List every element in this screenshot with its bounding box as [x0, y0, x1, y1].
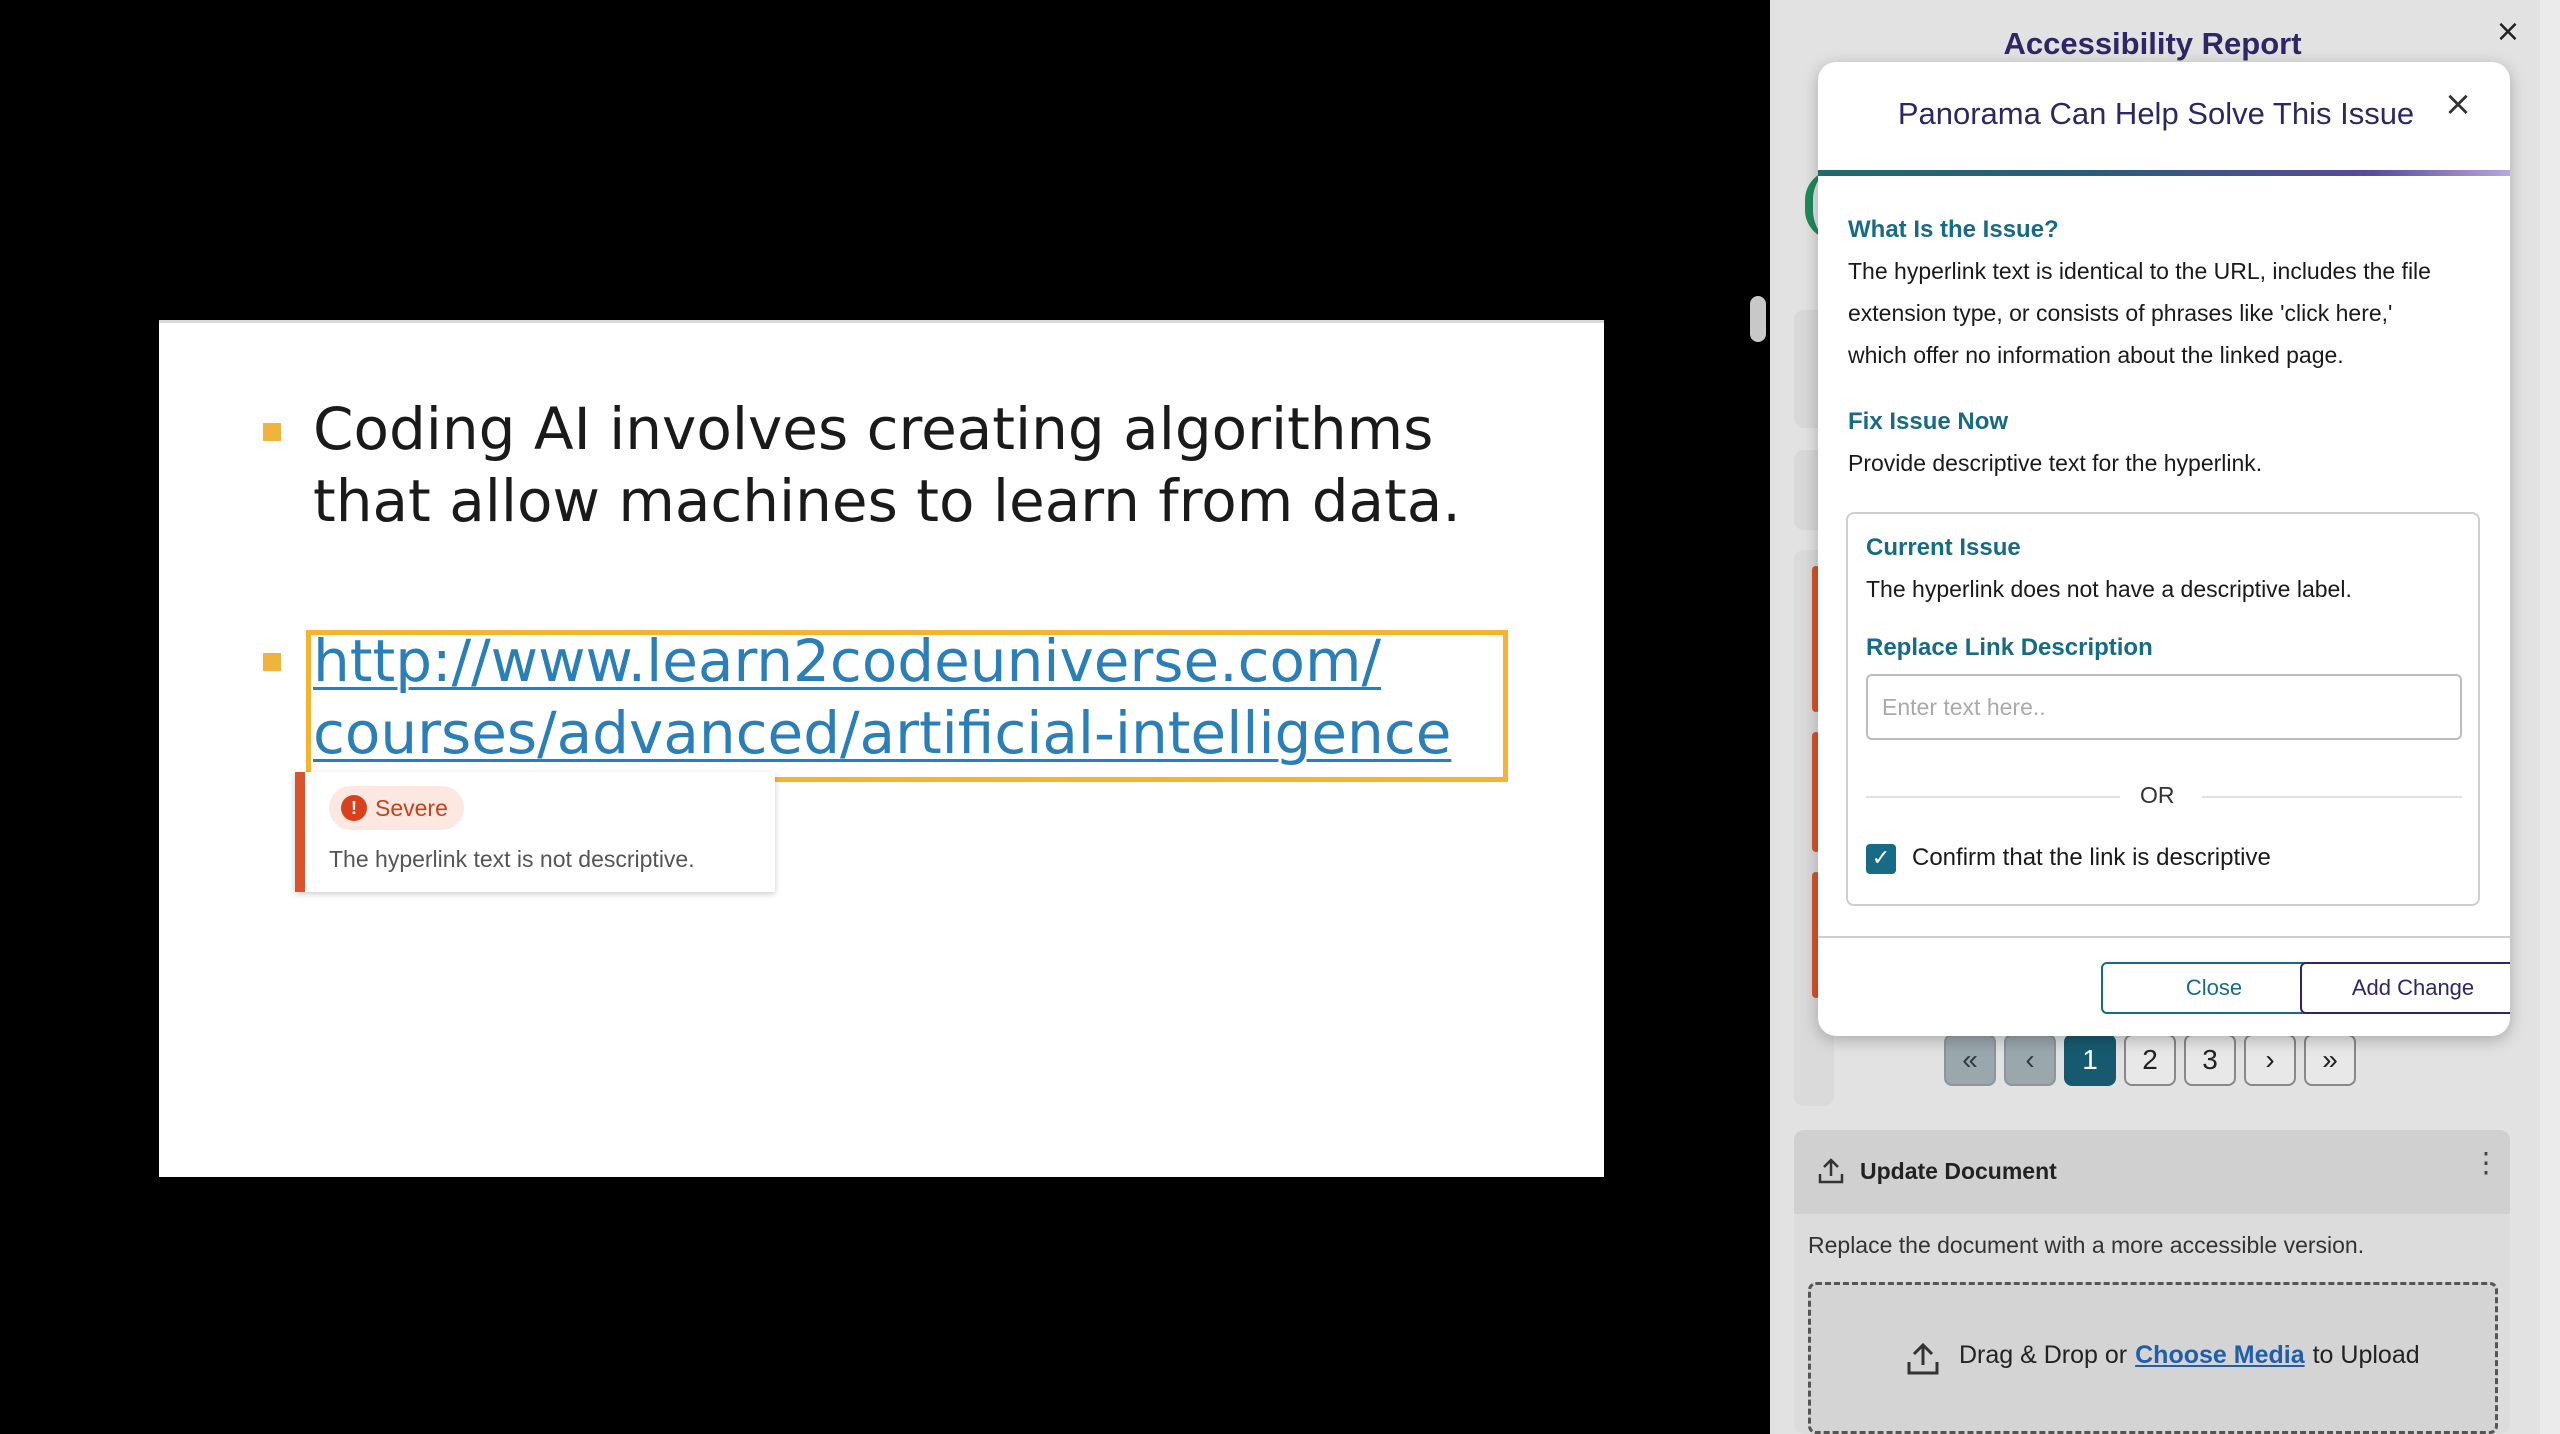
pagination: « ‹ 1 2 3 › »	[1944, 1034, 2356, 1086]
issue-highlight-box[interactable]	[306, 630, 1508, 782]
close-button[interactable]: Close	[2101, 962, 2327, 1014]
fix-issue-body: Provide descriptive text for the hyperli…	[1848, 450, 2263, 476]
current-issue-box: Current Issue The hyperlink does not hav…	[1846, 512, 2480, 906]
severity-badge: ! Severe	[329, 786, 464, 830]
first-page-button[interactable]: «	[1944, 1034, 1996, 1086]
modal-title: Panorama Can Help Solve This Issue	[1897, 96, 2415, 131]
next-page-button[interactable]: ›	[2244, 1034, 2296, 1086]
more-options-icon[interactable]: ⋮	[2472, 1149, 2500, 1177]
slide-bullet-text-line1: Coding AI involves creating algorithms	[313, 395, 1434, 463]
upload-dropzone[interactable]: Drag & Drop or Choose Media to Upload	[1808, 1282, 2498, 1434]
issue-message: The hyperlink text is not descriptive.	[329, 846, 695, 872]
current-issue-body: The hyperlink does not have a descriptiv…	[1866, 576, 2352, 602]
or-separator: OR	[2140, 782, 2175, 808]
slide-bullet-text-line2: that allow machines to learn from data.	[313, 467, 1461, 535]
update-document-header[interactable]: Update Document ⋮	[1794, 1130, 2510, 1214]
modal-gradient-bar	[1818, 170, 2510, 176]
update-document-title: Update Document	[1860, 1158, 2057, 1184]
page-button-2[interactable]: 2	[2124, 1034, 2176, 1086]
what-is-issue-line1: The hyperlink text is identical to the U…	[1848, 258, 2431, 284]
close-icon[interactable]: ×	[2438, 84, 2478, 124]
panel-title: Accessibility Report	[2003, 26, 2302, 61]
divider	[1866, 796, 2120, 798]
divider	[2202, 796, 2462, 798]
update-document-description: Replace the document with a more accessi…	[1808, 1232, 2365, 1258]
what-is-issue-line3: which offer no information about the lin…	[1848, 342, 2344, 368]
dropzone-prefix: Drag & Drop or	[1959, 1341, 2128, 1369]
page-button-3[interactable]: 3	[2184, 1034, 2236, 1086]
upload-icon	[1907, 1342, 1939, 1375]
upload-icon	[1818, 1158, 1844, 1184]
confirm-descriptive-checkbox[interactable]: ✓	[1866, 844, 1896, 874]
page-button-1[interactable]: 1	[2064, 1034, 2116, 1086]
panel-scrollbar[interactable]	[2540, 0, 2560, 1434]
prev-page-button[interactable]: ‹	[2004, 1034, 2056, 1086]
viewer-scroll-handle[interactable]	[1750, 296, 1766, 342]
current-issue-heading: Current Issue	[1866, 534, 2021, 561]
issue-tooltip[interactable]: ! Severe The hyperlink text is not descr…	[295, 772, 775, 892]
alert-icon: !	[341, 795, 367, 821]
fix-issue-modal: Panorama Can Help Solve This Issue × Wha…	[1818, 62, 2510, 1036]
dropzone-suffix: to Upload	[2312, 1341, 2420, 1369]
update-document-card: Update Document ⋮ Replace the document w…	[1794, 1130, 2510, 1434]
confirm-descriptive-label[interactable]: Confirm that the link is descriptive	[1912, 844, 2271, 872]
severity-label: Severe	[375, 794, 448, 821]
document-viewer: Coding AI involves creating algorithms t…	[0, 0, 1770, 1434]
last-page-button[interactable]: »	[2304, 1034, 2356, 1086]
bullet-marker	[263, 653, 281, 671]
what-is-issue-line2: extension type, or consists of phrases l…	[1848, 300, 2393, 326]
what-is-issue-heading: What Is the Issue?	[1848, 216, 2059, 243]
add-change-button[interactable]: Add Change	[2300, 962, 2510, 1014]
link-description-input[interactable]	[1866, 674, 2462, 740]
close-icon[interactable]: ×	[2490, 14, 2526, 50]
replace-link-heading: Replace Link Description	[1866, 634, 2153, 661]
dropzone-text: Drag & Drop or Choose Media to Upload	[1959, 1341, 2420, 1370]
bullet-marker	[263, 423, 281, 441]
fix-issue-heading: Fix Issue Now	[1848, 408, 2009, 435]
choose-media-link[interactable]: Choose Media	[2135, 1341, 2304, 1370]
modal-footer-divider	[1818, 936, 2510, 938]
